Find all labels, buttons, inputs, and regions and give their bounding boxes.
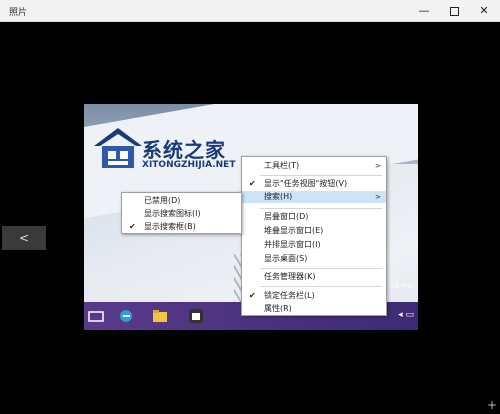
minimize-button[interactable]: — [410,0,438,22]
submenu-item-label: 显示搜索框(B) [144,222,196,231]
menu-item-cascade-windows[interactable]: 层叠窗口(D) [242,211,386,223]
menu-item-show-desktop[interactable]: 显示桌面(S) [242,253,386,265]
internet-explorer-icon [120,310,132,322]
search-submenu: 已禁用(D) 显示搜索图标(I) ✔ 显示搜索框(B) [121,192,242,234]
menu-item-label: 并排显示窗口(I) [264,240,321,249]
menu-separator [260,268,382,269]
menu-item-toolbars[interactable]: 工具栏(T) > [242,160,386,172]
house-logo-icon [94,128,142,168]
menu-item-task-manager[interactable]: 任务管理器(K) [242,271,386,283]
menu-item-label: 属性(R) [264,304,292,313]
menu-item-label: 任务管理器(K) [264,272,316,281]
check-icon: ✔ [129,222,136,231]
menu-separator [260,286,382,287]
menu-item-label: 工具栏(T) [264,161,300,170]
menu-item-label: 锁定任务栏(L) [264,291,315,300]
logo-url: XITONGZHIJIA.NET [142,160,236,170]
previous-photo-button[interactable]: < [2,226,46,250]
menu-separator [260,208,382,209]
maximize-icon [450,7,459,16]
chevron-right-icon: > [375,193,381,201]
system-tray-icon: ◂ ▭ [398,310,414,320]
task-view-icon [88,311,104,322]
menu-item-label: 显示桌面(S) [264,254,308,263]
menu-item-label: 显示"任务视图"按钮(V) [264,179,348,188]
submenu-item-show-search-box[interactable]: ✔ 显示搜索框(B) [122,221,241,233]
menu-item-show-task-view[interactable]: ✔ 显示"任务视图"按钮(V) [242,178,386,190]
submenu-item-label: 显示搜索图标(I) [144,209,201,218]
menu-item-side-by-side[interactable]: 并排显示窗口(I) [242,239,386,251]
maximize-button[interactable] [440,0,468,22]
menu-item-label: 层叠窗口(D) [264,212,309,221]
menu-item-search[interactable]: 搜索(H) > [242,191,386,203]
submenu-item-disabled[interactable]: 已禁用(D) [122,195,241,207]
taskbar-context-menu: 工具栏(T) > ✔ 显示"任务视图"按钮(V) 搜索(H) > 层叠窗口(D)… [241,156,387,316]
chevron-left-icon: < [18,231,30,245]
menu-item-lock-taskbar[interactable]: ✔ 锁定任务栏(L) [242,290,386,302]
close-icon: ✕ [479,4,489,17]
menu-item-stack-windows[interactable]: 堆叠显示窗口(E) [242,225,386,237]
title-bar: 照片 — ✕ [0,0,500,22]
menu-separator [260,175,382,176]
minimize-icon: — [418,4,430,17]
submenu-item-label: 已禁用(D) [144,196,181,205]
menu-item-label: 堆叠显示窗口(E) [264,226,324,235]
window-title: 照片 [9,8,28,18]
store-icon [189,309,203,323]
menu-item-label: 搜索(H) [264,192,293,201]
windows-watermark: 10 Pro [389,282,412,290]
submenu-item-show-search-icon[interactable]: 显示搜索图标(I) [122,208,241,220]
logo-name: 系统之家 [142,138,226,162]
expand-icon[interactable]: + [487,399,497,411]
chevron-right-icon: > [375,162,381,170]
check-icon: ✔ [249,179,256,188]
file-explorer-icon [153,310,167,322]
check-icon: ✔ [249,291,256,300]
menu-item-properties[interactable]: 属性(R) [242,303,386,315]
close-button[interactable]: ✕ [470,0,498,22]
